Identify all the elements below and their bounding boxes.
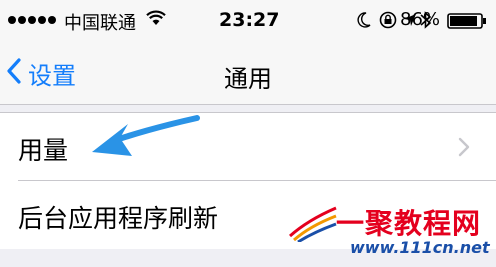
watermark-swoosh-icon [289, 206, 337, 242]
watermark-brand: 一聚教程网 [336, 207, 482, 240]
watermark-url: www.111cn.net [350, 238, 490, 257]
watermark: 一聚教程网 www.111cn.net [288, 196, 496, 267]
